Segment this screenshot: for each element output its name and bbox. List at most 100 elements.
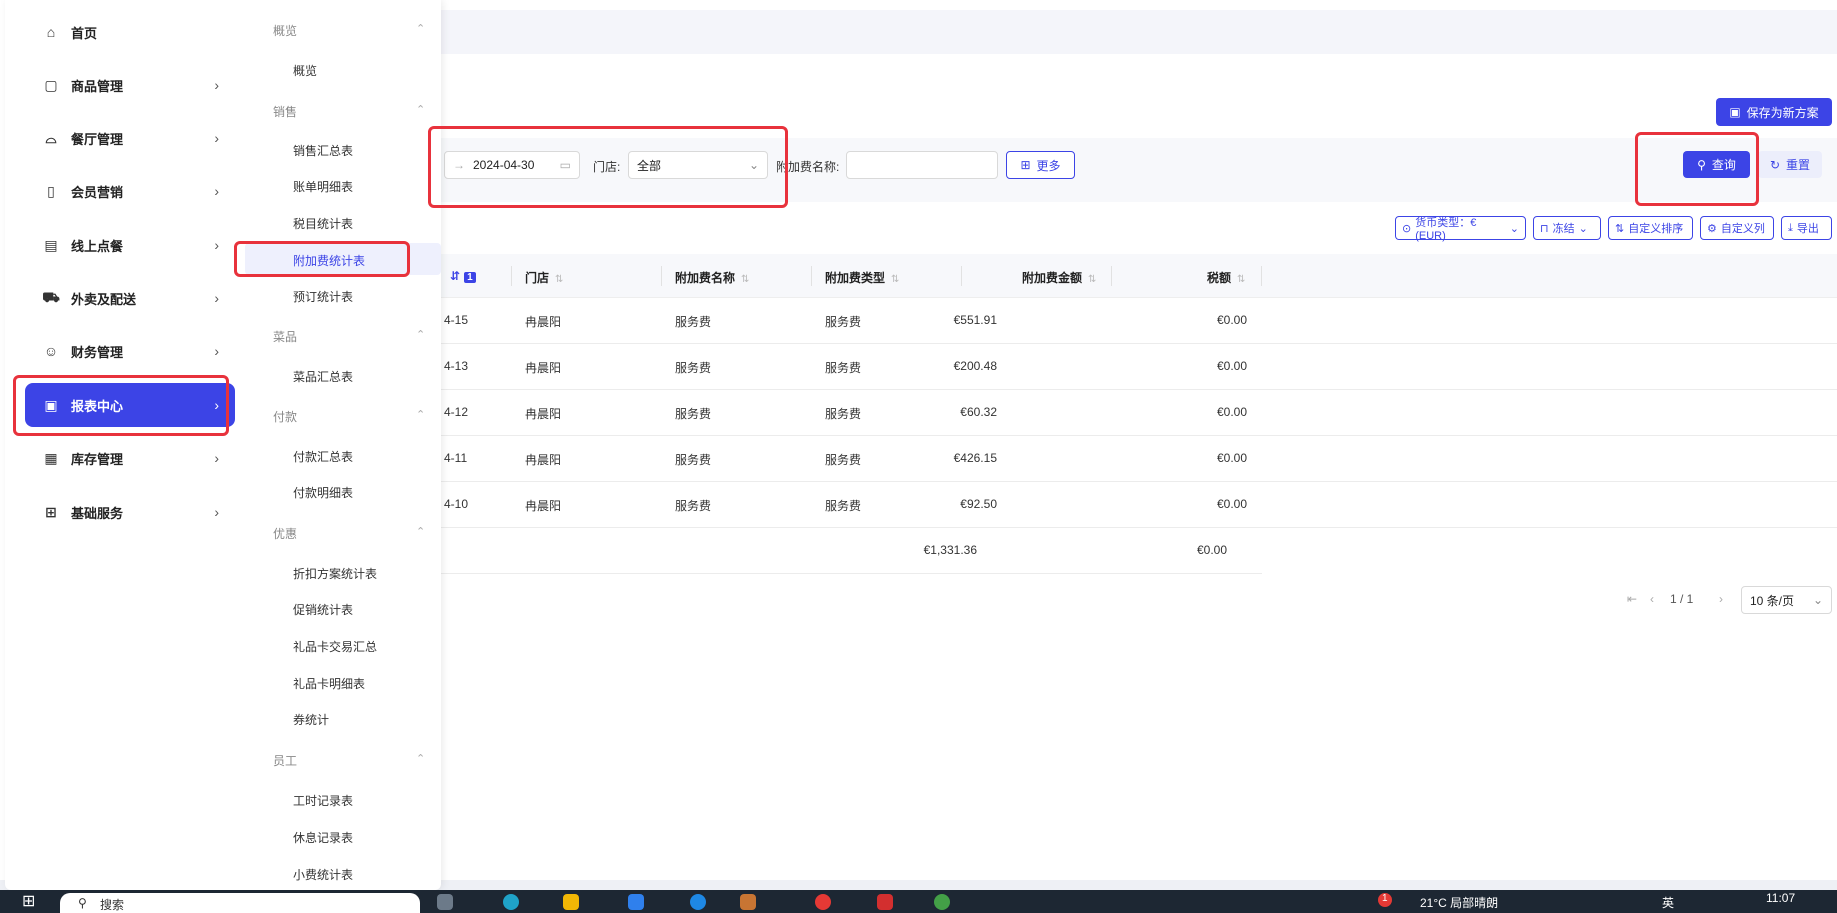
chevron-down-icon: ⌄ bbox=[1509, 222, 1519, 235]
sidebar-item-inventory[interactable]: ▦ 库存管理 › bbox=[25, 436, 235, 480]
download-icon: ⤓ bbox=[1788, 221, 1793, 234]
submenu-item[interactable]: 礼品卡交易汇总 bbox=[293, 638, 377, 655]
calendar-icon: ▭ bbox=[559, 158, 571, 172]
chevron-down-icon: ⌄ bbox=[1578, 222, 1588, 235]
file-explorer-icon[interactable] bbox=[563, 894, 579, 910]
table-row[interactable]: 4-15 冉晨阳 服务费 服务费 €551.91 €0.00 bbox=[440, 298, 1837, 344]
browser-icon[interactable] bbox=[503, 894, 519, 910]
store-label: 门店: bbox=[593, 160, 621, 174]
submenu-item[interactable]: 账单明细表 bbox=[293, 178, 353, 195]
sidebar-item-restaurant[interactable]: ⌓ 餐厅管理 › bbox=[25, 116, 235, 160]
custom-columns-button[interactable]: ⚙ 自定义列 bbox=[1700, 216, 1774, 240]
more-filters-button[interactable]: ⊞ 更多 bbox=[1006, 151, 1075, 179]
submenu-item[interactable]: 预订统计表 bbox=[293, 288, 353, 305]
date-range-end-field[interactable]: → 2024-04-30 ▭ bbox=[444, 151, 580, 179]
date-column-header[interactable]: ⇵ 1 bbox=[450, 269, 476, 283]
surcharge-name-input[interactable] bbox=[846, 151, 998, 179]
sort-icon: ⇅ bbox=[1237, 274, 1246, 285]
windows-taskbar: ⊞ ⚲ 搜索 1 21°C 局部晴朗 英 11:07 bbox=[0, 890, 1837, 913]
freeze-button[interactable]: ⊓ 冻结 ⌄ bbox=[1533, 216, 1601, 240]
home-icon: ⌂ bbox=[46, 24, 56, 40]
submenu-item[interactable]: 工时记录表 bbox=[293, 792, 353, 809]
submenu-group-overview[interactable]: 概览 bbox=[273, 22, 297, 39]
submenu-item[interactable]: 礼品卡明细表 bbox=[293, 675, 365, 692]
sidebar-item-reports[interactable]: ▣ 报表中心 › bbox=[25, 383, 235, 427]
app-icon[interactable] bbox=[877, 894, 893, 910]
currency-type-button[interactable]: ⊙ 货币类型：€(EUR) ⌄ bbox=[1395, 216, 1526, 242]
submenu-group-payment[interactable]: 付款 bbox=[273, 408, 297, 425]
column-header-store[interactable]: 门店 ⇅ bbox=[525, 269, 563, 286]
reset-button[interactable]: ↻ 重置 bbox=[1758, 151, 1822, 178]
sidebar-item-online-order[interactable]: ▤ 线上点餐 › bbox=[25, 223, 235, 267]
clock-time[interactable]: 11:07 bbox=[1766, 891, 1795, 912]
first-page-icon[interactable]: ⇤ bbox=[1627, 592, 1637, 606]
next-page-icon[interactable]: › bbox=[1719, 592, 1723, 606]
submenu-item[interactable]: 券统计 bbox=[293, 711, 329, 728]
restaurant-icon: ⌓ bbox=[45, 129, 57, 146]
gear-icon: ⚙ bbox=[1707, 222, 1717, 235]
submenu-item[interactable]: 促销统计表 bbox=[293, 601, 353, 618]
submenu-item[interactable]: 折扣方案统计表 bbox=[293, 565, 377, 582]
submenu-item-surcharge-stats[interactable]: 附加费统计表 bbox=[293, 252, 365, 269]
sort-icon: ⇅ bbox=[1088, 274, 1097, 285]
chevron-up-icon[interactable]: ⌃ bbox=[416, 22, 425, 35]
submenu-item[interactable]: 销售汇总表 bbox=[293, 142, 353, 159]
submenu-group-sales[interactable]: 销售 bbox=[273, 103, 297, 120]
sidebar-item-home[interactable]: ⌂ 首页 bbox=[25, 10, 235, 54]
submenu-item[interactable]: 休息记录表 bbox=[293, 829, 353, 846]
query-button[interactable]: ⚲ 查询 bbox=[1683, 151, 1750, 178]
submenu-item[interactable]: 付款汇总表 bbox=[293, 448, 353, 465]
search-icon: ⚲ bbox=[1697, 157, 1706, 172]
store-select[interactable]: 全部 ⌄ bbox=[628, 151, 768, 179]
submenu-group-dishes[interactable]: 菜品 bbox=[273, 328, 297, 345]
weather-text[interactable]: 21°C 局部晴朗 bbox=[1420, 894, 1498, 913]
app-icon[interactable] bbox=[628, 894, 644, 910]
chrome-icon[interactable] bbox=[815, 894, 831, 910]
custom-sort-button[interactable]: ⇅ 自定义排序 bbox=[1608, 216, 1693, 240]
chevron-right-icon: › bbox=[214, 397, 219, 413]
chevron-up-icon[interactable]: ⌃ bbox=[416, 752, 425, 765]
submenu-group-discounts[interactable]: 优惠 bbox=[273, 525, 297, 542]
submenu-group-staff[interactable]: 员工 bbox=[273, 752, 297, 769]
prev-page-icon[interactable]: ‹ bbox=[1650, 592, 1654, 606]
input-language[interactable]: 英 bbox=[1662, 894, 1674, 913]
chevron-up-icon[interactable]: ⌃ bbox=[416, 525, 425, 538]
save-scheme-button[interactable]: ▣ 保存为新方案 bbox=[1716, 98, 1832, 126]
sidebar-item-basic-services[interactable]: ⊞ 基础服务 › bbox=[25, 490, 235, 534]
submenu-item[interactable]: 菜品汇总表 bbox=[293, 368, 353, 385]
submenu-item[interactable]: 概览 bbox=[293, 62, 317, 79]
chevron-right-icon: › bbox=[214, 237, 219, 253]
submenu-item[interactable]: 小费统计表 bbox=[293, 866, 353, 883]
wechat-icon[interactable] bbox=[934, 894, 950, 910]
column-header-surcharge-type[interactable]: 附加费类型 ⇅ bbox=[825, 269, 899, 286]
export-button[interactable]: ⤓ 导出 bbox=[1781, 216, 1832, 240]
product-icon: ▢ bbox=[44, 76, 58, 93]
app-icon[interactable] bbox=[740, 894, 756, 910]
page-size-select[interactable]: 10 条/页 ⌄ bbox=[1741, 586, 1832, 614]
table-row[interactable]: 4-10 冉晨阳 服务费 服务费 €92.50 €0.00 bbox=[440, 482, 1837, 528]
column-header-surcharge-name[interactable]: 附加费名称 ⇅ bbox=[675, 269, 749, 286]
table-row[interactable]: 4-11 冉晨阳 服务费 服务费 €426.15 €0.00 bbox=[440, 436, 1837, 482]
column-header-surcharge-amount[interactable]: 附加费金额 ⇅ bbox=[1022, 269, 1096, 286]
app-icon[interactable] bbox=[690, 894, 706, 910]
chevron-right-icon: › bbox=[214, 450, 219, 466]
submenu-item[interactable]: 税目统计表 bbox=[293, 215, 353, 232]
submenu-item[interactable]: 付款明细表 bbox=[293, 484, 353, 501]
sidebar-item-products[interactable]: ▢ 商品管理 › bbox=[25, 63, 235, 107]
sidebar-item-delivery[interactable]: ⛟ 外卖及配送 › bbox=[25, 276, 235, 320]
task-view-icon[interactable] bbox=[437, 894, 453, 910]
sidebar-item-finance[interactable]: ☺ 财务管理 › bbox=[25, 329, 235, 373]
chevron-up-icon[interactable]: ⌃ bbox=[416, 408, 425, 421]
column-header-tax[interactable]: 税额 ⇅ bbox=[1207, 269, 1245, 286]
inventory-icon: ▦ bbox=[44, 449, 58, 466]
table-row[interactable]: 4-13 冉晨阳 服务费 服务费 €200.48 €0.00 bbox=[440, 344, 1837, 390]
sidebar-item-member[interactable]: ▯ 会员营销 › bbox=[25, 169, 235, 213]
chevron-up-icon[interactable]: ⌃ bbox=[416, 328, 425, 341]
sort-icon: ⇅ bbox=[891, 274, 900, 285]
table-row[interactable]: 4-12 冉晨阳 服务费 服务费 €60.32 €0.00 bbox=[440, 390, 1837, 436]
chevron-up-icon[interactable]: ⌃ bbox=[416, 103, 425, 116]
windows-start-icon[interactable]: ⊞ bbox=[22, 891, 35, 912]
table-total-row: €1,331.36 €0.00 bbox=[440, 528, 1262, 574]
taskbar-search-box[interactable]: ⚲ 搜索 bbox=[60, 893, 420, 913]
chevron-right-icon: › bbox=[214, 77, 219, 93]
